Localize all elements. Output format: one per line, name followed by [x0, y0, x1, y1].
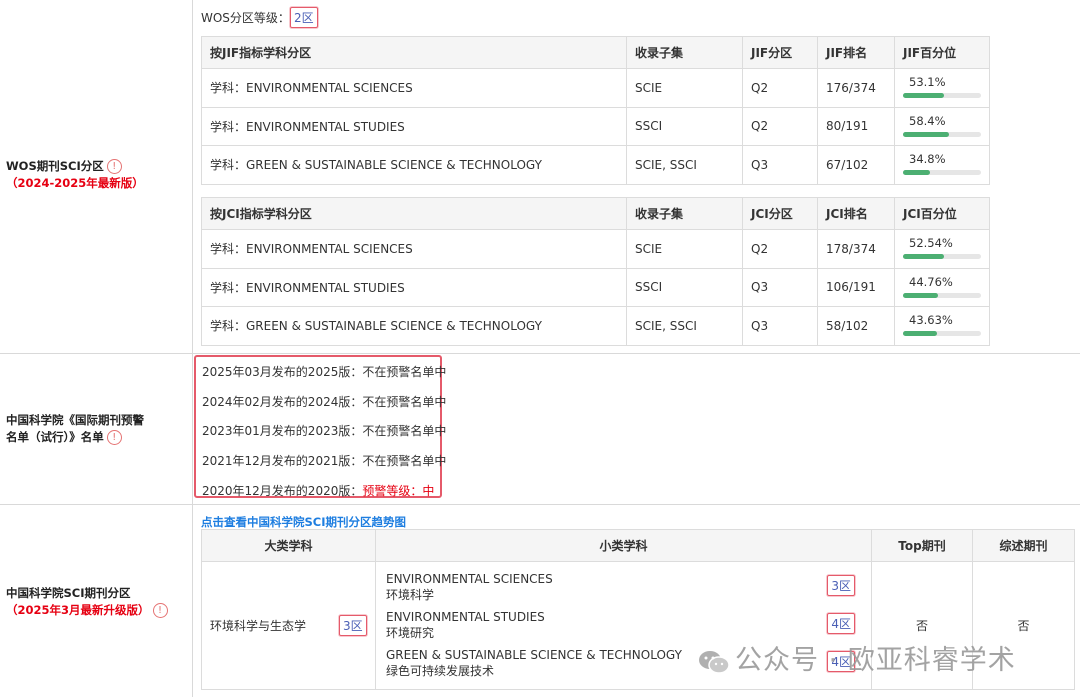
jif-percentile: 58.4% — [894, 106, 990, 146]
jci-row: 学科：ENVIRONMENTAL SCIENCES SCIE Q2 178/374 52… — [201, 229, 990, 269]
jci-row: 学科：GREEN & SUSTAINABLE SCIENCE & TECHNOL… — [201, 306, 990, 346]
jci-percentile-text: 43.63% — [909, 313, 953, 327]
jif-row: 学科：ENVIRONMENTAL SCIENCES SCIE Q2 176/374 53… — [201, 68, 990, 108]
percentile-bar-fill — [903, 170, 931, 175]
jif-header-rank: JIF排名 — [817, 36, 895, 69]
jif-subject: 学科：ENVIRONMENTAL STUDIES — [201, 106, 627, 146]
percentile-bar — [903, 131, 981, 137]
warning-label: 中国科学院《国际期刊预警 名单（试行）》名单! — [6, 413, 144, 445]
percentile-bar — [903, 331, 981, 336]
jif-table: 按JIF指标学科分区 收录子集 JIF分区 JIF排名 JIF百分位 学科：EN… — [201, 36, 990, 185]
percentile-bar-fill — [903, 254, 944, 259]
percentile-bar-fill — [903, 331, 938, 336]
cas-minor-item: ENVIRONMENTAL SCIENCES 环境科学 3区 — [376, 569, 871, 607]
jci-subset: SSCI — [626, 267, 743, 307]
info-circle-icon[interactable]: ! — [106, 159, 122, 174]
jif-subset: SCIE — [626, 68, 743, 108]
jci-header-zone: JCI分区 — [742, 197, 818, 230]
percentile-bar — [903, 170, 981, 175]
jci-rank: 58/102 — [817, 306, 895, 346]
warning-item: 2023年01月发布的2023版：不在预警名单中 — [202, 424, 447, 438]
cas-major-subject: 环境科学与生态学 — [210, 619, 307, 633]
jif-header-subject: 按JIF指标学科分区 — [201, 36, 627, 69]
info-circle-icon[interactable]: ! — [106, 430, 122, 445]
warning-item: 2024年02月发布的2024版：不在预警名单中 — [202, 395, 447, 409]
jif-percentile-text: 34.8% — [909, 152, 946, 166]
cas-header-major: 大类学科 — [201, 529, 376, 562]
jci-zone: Q3 — [742, 267, 818, 307]
jci-header-subject: 按JCI指标学科分区 — [201, 197, 627, 230]
section-divider — [0, 353, 1080, 354]
wechat-icon — [699, 650, 730, 674]
column-divider — [192, 0, 193, 697]
warning-item: 2021年12月发布的2021版：不在预警名单中 — [202, 454, 447, 468]
percentile-bar-fill — [903, 131, 949, 137]
cas-header-top: Top期刊 — [871, 529, 973, 562]
jif-header-zone: JIF分区 — [742, 36, 818, 69]
jif-subject: 学科：GREEN & SUSTAINABLE SCIENCE & TECHNOL… — [201, 145, 627, 185]
jci-subset: SCIE — [626, 229, 743, 269]
section-divider — [0, 504, 1080, 505]
cas-label: 中国科学院SCI期刊分区 （2025年3月最新升级版）! — [6, 585, 186, 619]
jci-header-percentile: JCI百分位 — [894, 197, 990, 230]
cas-header-review: 综述期刊 — [972, 529, 1075, 562]
jci-zone: Q3 — [742, 306, 818, 346]
jif-zone: Q3 — [742, 145, 818, 185]
jif-zone: Q2 — [742, 106, 818, 146]
wos-grade-badge: 2区 — [289, 7, 318, 28]
jif-subset: SSCI — [626, 106, 743, 146]
percentile-bar — [903, 93, 981, 98]
jci-subject: 学科：ENVIRONMENTAL STUDIES — [201, 267, 627, 307]
jif-percentile: 34.8% — [894, 145, 990, 185]
wos-grade: WOS分区等级： 2区 — [201, 7, 318, 28]
warning-item: 2020年12月发布的2020版：预警等级：中 — [202, 484, 435, 498]
wos-grade-label: WOS分区等级： — [201, 11, 290, 25]
jif-row: 学科：ENVIRONMENTAL STUDIES SSCI Q2 80/191 58.4… — [201, 106, 990, 146]
jci-header-rank: JCI排名 — [817, 197, 895, 230]
wos-label: WOS期刊SCI分区! （2024-2025年最新版） — [6, 159, 144, 190]
cas-major-zone: 3区 — [339, 615, 367, 636]
jci-subset: SCIE, SSCI — [626, 306, 743, 346]
jci-percentile-text: 44.76% — [909, 274, 953, 289]
jci-percentile-text: 52.54% — [909, 236, 953, 250]
watermark: 公众号 · 欧亚科睿学术 — [697, 638, 1016, 677]
jci-row: 学科：ENVIRONMENTAL STUDIES SSCI Q3 106/191 44.… — [201, 267, 990, 307]
cas-trend-link[interactable]: 点击查看中国科学院SCI期刊分区趋势图 — [201, 514, 406, 530]
jif-row: 学科：GREEN & SUSTAINABLE SCIENCE & TECHNOL… — [201, 145, 990, 185]
jci-table: 按JCI指标学科分区 收录子集 JCI分区 JCI排名 JCI百分位 学科：EN… — [201, 197, 990, 346]
jif-subset: SCIE, SSCI — [626, 145, 743, 185]
percentile-bar — [903, 254, 981, 259]
jci-header-subset: 收录子集 — [626, 197, 743, 230]
jci-percentile: 43.63% — [894, 306, 990, 346]
jif-percentile-text: 53.1% — [909, 75, 946, 89]
info-circle-icon[interactable]: ! — [152, 603, 168, 618]
warning-list: 2025年03月发布的2025版：不在预警名单中 2024年02月发布的2024… — [194, 355, 446, 498]
cas-header-minor: 小类学科 — [375, 529, 872, 562]
jif-zone: Q2 — [742, 68, 818, 108]
jci-subject: 学科：GREEN & SUSTAINABLE SCIENCE & TECHNOL… — [201, 306, 627, 346]
jci-percentile: 44.76% — [894, 267, 990, 307]
cas-minor-zone: 4区 — [827, 612, 855, 634]
jif-rank: 176/374 — [817, 68, 895, 108]
jif-percentile-text: 58.4% — [909, 113, 946, 128]
cas-minor-zone: 3区 — [827, 574, 855, 596]
percentile-bar-fill — [903, 292, 938, 298]
cas-major-cell: 环境科学与生态学 3区 — [201, 561, 376, 690]
percentile-bar — [903, 292, 981, 298]
jif-percentile: 53.1% — [894, 68, 990, 108]
warning-item: 2025年03月发布的2025版：不在预警名单中 — [202, 365, 447, 379]
jif-header-subset: 收录子集 — [626, 36, 743, 69]
jif-subject: 学科：ENVIRONMENTAL SCIENCES — [201, 68, 627, 108]
jci-zone: Q2 — [742, 229, 818, 269]
jif-rank: 67/102 — [817, 145, 895, 185]
jif-rank: 80/191 — [817, 106, 895, 146]
jci-percentile: 52.54% — [894, 229, 990, 269]
percentile-bar-fill — [903, 93, 945, 98]
jci-subject: 学科：ENVIRONMENTAL SCIENCES — [201, 229, 627, 269]
jci-rank: 106/191 — [817, 267, 895, 307]
jif-header-percentile: JIF百分位 — [894, 36, 990, 69]
jci-rank: 178/374 — [817, 229, 895, 269]
warning-level: 预警等级：中 — [362, 484, 435, 498]
